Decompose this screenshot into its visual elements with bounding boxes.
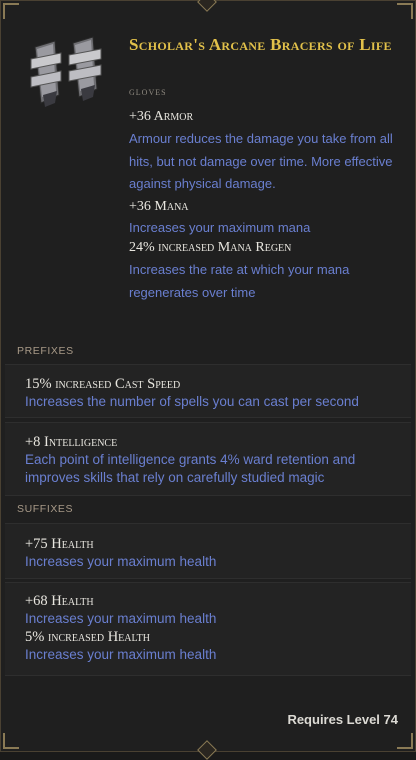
corner-ornament [397,733,413,749]
prefix-box: +8 Intelligence Each point of intelligen… [5,422,411,496]
top-ornament [197,0,217,12]
prefix-box: 15% increased Cast Speed Increases the n… [5,364,411,418]
prefix-stat: 15% increased Cast Speed [25,376,181,392]
item-type: GLOVES [129,84,167,98]
item-name: Scholar's Arcane Bracers of Life [129,35,392,54]
implicit-stat: +36 Armor [129,109,194,124]
prefix-stat: +8 Intelligence [25,434,118,450]
prefixes-header: PREFIXES [17,345,74,357]
prefix-desc: Increases the number of spells you can c… [25,394,359,409]
bracers-icon [23,33,113,113]
implicit-stats: +36 Armor Armour reduces the damage you … [129,107,409,304]
bottom-ornament [197,740,217,760]
item-tooltip: Scholar's Arcane Bracers of Life GLOVES … [0,0,416,760]
suffix-desc: Increases your maximum health [25,611,217,626]
implicit-desc: Increases your maximum mana [129,219,311,235]
corner-ornament [3,733,19,749]
implicit-desc: Armour reduces the damage you take from … [129,131,393,191]
suffix-box: +68 Health Increases your maximum health… [5,582,411,676]
prefix-desc: Each point of intelligence grants 4% war… [25,452,356,485]
suffix-box: +75 Health Increases your maximum health [5,523,411,579]
suffix-stat: +75 Health [25,536,94,552]
level-requirement: Requires Level 74 [287,712,398,727]
implicit-desc: Increases the rate at which your mana re… [129,262,350,300]
suffixes-header: SUFFIXES [17,503,74,515]
implicit-stat: +36 Mana [129,198,189,214]
suffix-desc: Increases your maximum health [25,647,217,662]
implicit-stat: 24% increased Mana Regen [129,240,292,255]
suffix-stat: +68 Health [25,593,94,609]
corner-ornament [3,3,19,19]
suffix-stat: 5% increased Health [25,629,151,645]
corner-ornament [397,3,413,19]
suffix-desc: Increases your maximum health [25,554,217,569]
